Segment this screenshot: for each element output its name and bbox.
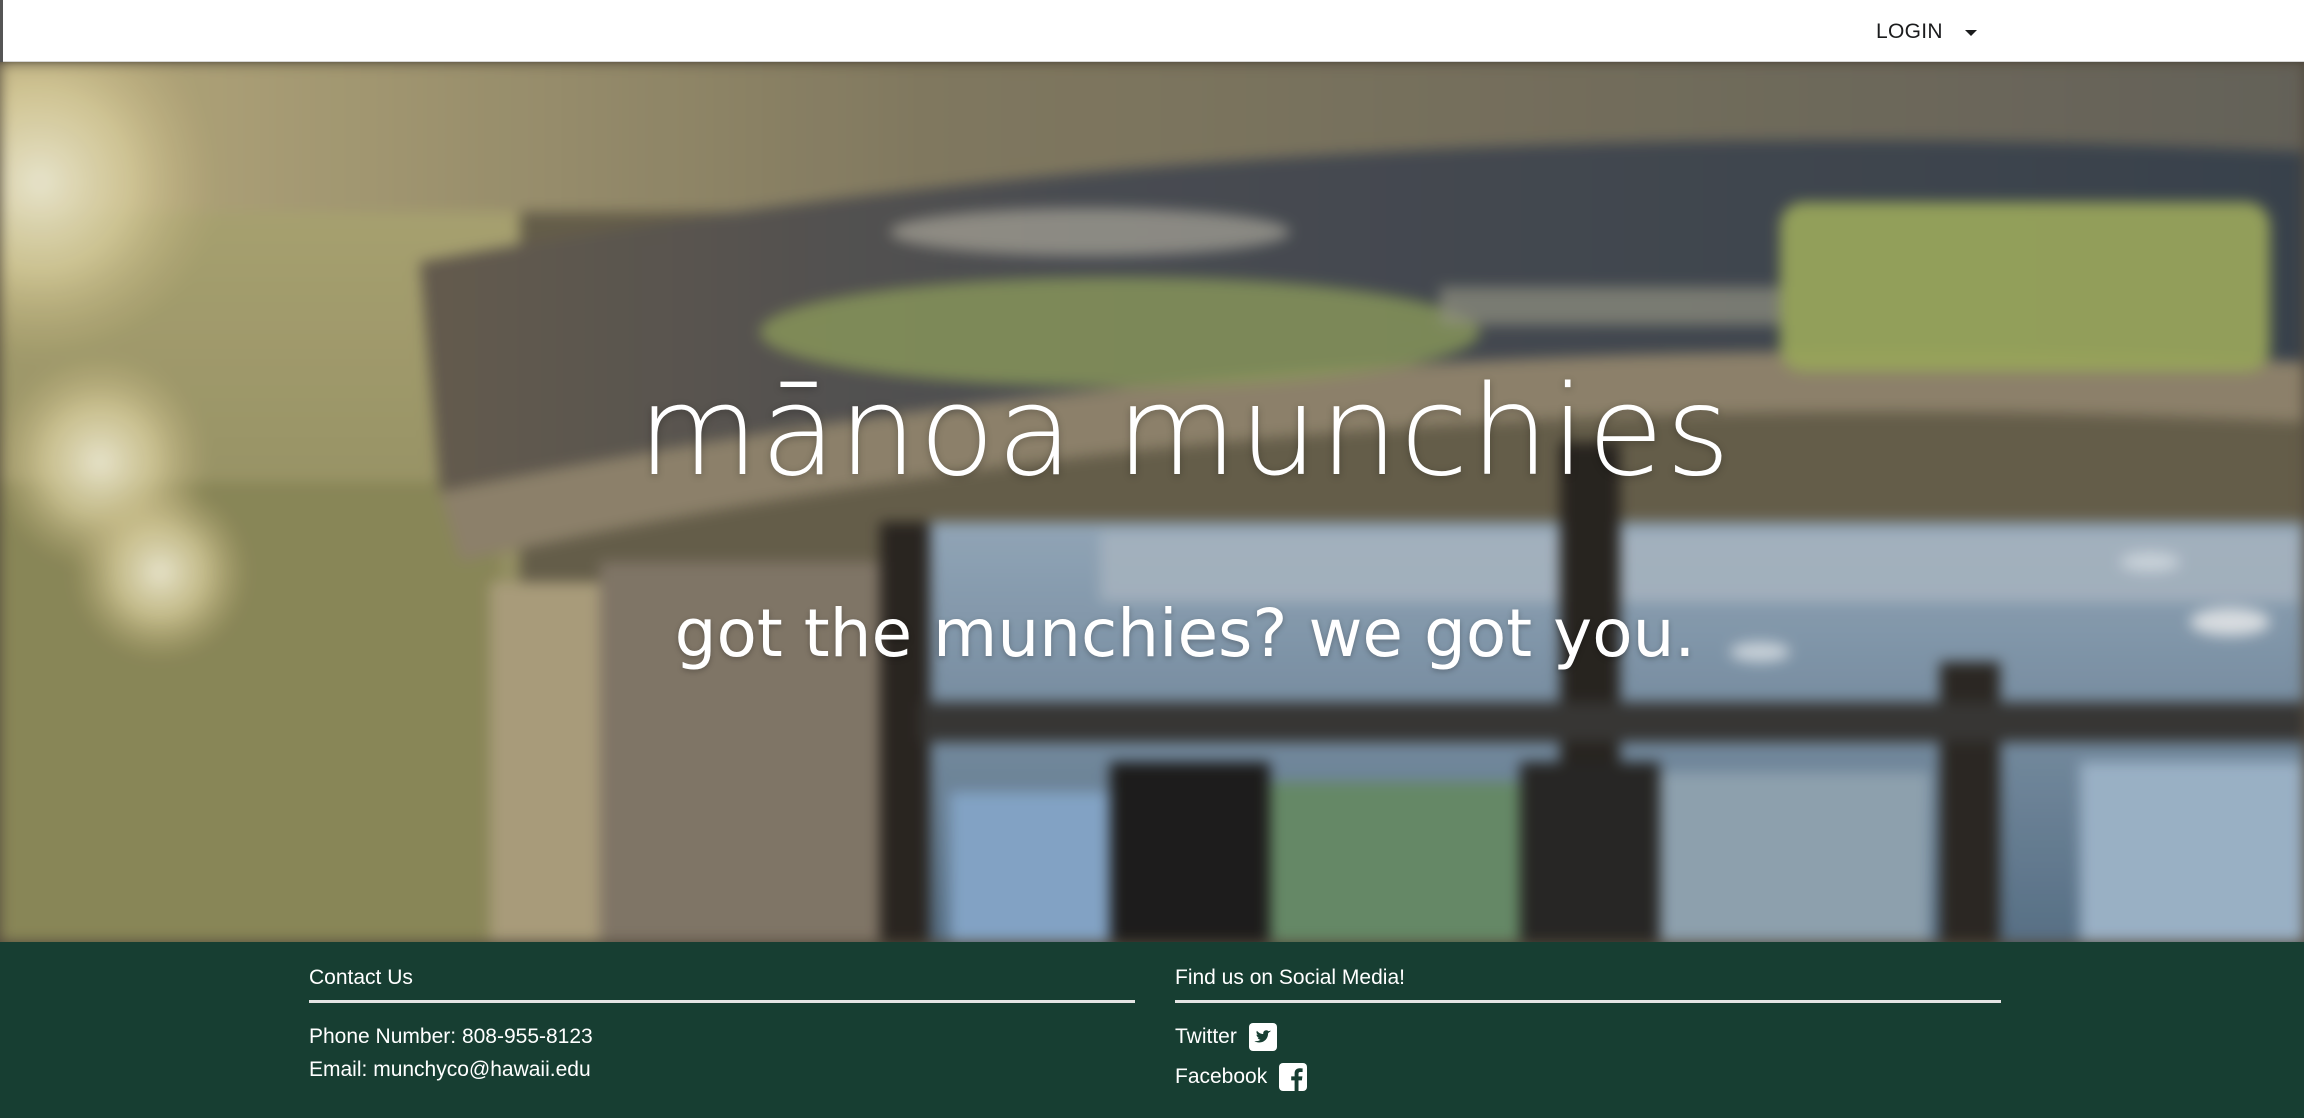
email-label: Email: (309, 1058, 368, 1081)
social-heading: Find us on Social Media! (1175, 966, 1405, 989)
login-label: LOGIN (1876, 20, 1943, 43)
site-tagline: got the munchies? we got you. (674, 595, 1696, 672)
phone-value: 808-955-8123 (461, 1025, 593, 1048)
email-line: Email: munchyco@hawaii.edu (309, 1056, 591, 1084)
phone-line: Phone Number: 808-955-8123 (309, 1023, 593, 1051)
top-navbar: LOGIN (0, 0, 2304, 62)
site-title: mānoa munchies (637, 360, 1733, 504)
facebook-link[interactable]: Facebook (1175, 1063, 1308, 1091)
hero-section: mānoa munchies got the munchies? we got … (0, 62, 2304, 942)
twitter-icon (1248, 1023, 1277, 1051)
login-dropdown[interactable]: LOGIN (1876, 18, 1977, 46)
facebook-label: Facebook (1175, 1065, 1268, 1088)
contact-heading: Contact Us (309, 966, 413, 989)
social-divider (1175, 1000, 2001, 1003)
footer: Contact Us Phone Number: 808-955-8123 Em… (0, 942, 2304, 1118)
landing-page: LOGIN mānoa munchies got the munchies? w… (0, 0, 2304, 1120)
email-value: munchyco@hawaii.edu (373, 1058, 591, 1081)
window-edge (0, 0, 3, 62)
twitter-link[interactable]: Twitter (1175, 1023, 1277, 1051)
caret-down-icon (1964, 30, 1977, 36)
twitter-label: Twitter (1175, 1025, 1237, 1048)
facebook-icon (1279, 1063, 1308, 1091)
phone-label: Phone Number: (309, 1025, 457, 1048)
contact-divider (309, 1000, 1135, 1003)
